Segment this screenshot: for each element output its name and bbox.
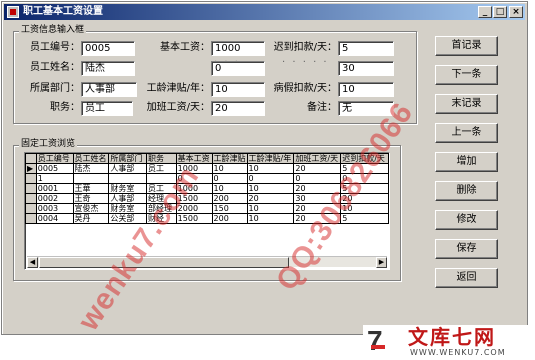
overtime-field[interactable]: 20 bbox=[211, 101, 265, 116]
logo-mark-icon: 7 bbox=[367, 325, 385, 356]
late-deduct-label: 迟到扣款/天： bbox=[273, 42, 337, 53]
input-group-legend: 工资信息输入框 bbox=[19, 25, 87, 36]
table-cell[interactable] bbox=[108, 173, 148, 184]
table-cell[interactable]: 0005 bbox=[35, 163, 74, 174]
table-header[interactable]: 工龄津贴/年 bbox=[246, 153, 295, 164]
sick-leave-field[interactable]: 10 bbox=[338, 82, 394, 97]
table-cell[interactable]: 吴丹 bbox=[72, 213, 110, 224]
first-record-button[interactable]: 首记录 bbox=[435, 36, 498, 56]
table-cell[interactable]: 200 bbox=[211, 213, 248, 224]
table-cell[interactable]: 人事部 bbox=[108, 163, 148, 174]
row-indicator bbox=[25, 193, 37, 204]
position-label: 职务： bbox=[50, 102, 80, 113]
row-indicator bbox=[25, 203, 37, 214]
table-cell[interactable]: 宣俊杰 bbox=[72, 203, 110, 214]
table-cell[interactable]: 0 bbox=[246, 173, 295, 184]
horizontal-scrollbar[interactable]: ◀ ▶ bbox=[27, 256, 387, 268]
table-cell[interactable]: 20 bbox=[293, 163, 342, 174]
dept-field[interactable]: 人事部 bbox=[81, 82, 137, 97]
table-header[interactable]: 所属部门 bbox=[108, 153, 148, 164]
logo-url: WWW.WENKU7.COM bbox=[410, 348, 506, 357]
emp-name-label: 员工姓名： bbox=[30, 62, 80, 73]
seniority-field[interactable]: 10 bbox=[211, 82, 265, 97]
scroll-right-icon[interactable]: ▶ bbox=[376, 257, 387, 268]
base-salary-field[interactable]: 1000 bbox=[211, 41, 265, 56]
table-cell[interactable]: 10 bbox=[211, 183, 248, 194]
emp-no-field[interactable]: 0005 bbox=[81, 41, 135, 56]
table-cell[interactable]: 王華 bbox=[72, 183, 110, 194]
table-cell[interactable]: 10 bbox=[246, 183, 295, 194]
table-cell[interactable]: 0002 bbox=[35, 193, 74, 204]
app-icon bbox=[7, 6, 19, 18]
table-cell[interactable]: 陆杰 bbox=[72, 163, 110, 174]
table-cell[interactable]: 0003 bbox=[35, 203, 74, 214]
prev-button[interactable]: 上一条 bbox=[435, 123, 498, 143]
remark-label: 备注： bbox=[307, 102, 337, 113]
dotted-value-field-a[interactable]: 0 bbox=[211, 61, 265, 76]
dept-label: 所属部门： bbox=[30, 83, 80, 94]
table-header-indicator bbox=[25, 153, 37, 164]
overtime-label: 加班工资/天： bbox=[146, 102, 210, 113]
window-title: 职工基本工资设置 bbox=[23, 6, 103, 17]
table-header[interactable]: 工龄津贴 bbox=[211, 153, 248, 164]
emp-no-label: 员工编号： bbox=[30, 42, 80, 53]
table-cell[interactable]: 0001 bbox=[35, 183, 74, 194]
table-cell[interactable]: 10 bbox=[211, 163, 248, 174]
table-header[interactable]: 员工姓名 bbox=[72, 153, 110, 164]
emp-name-field[interactable]: 陆杰 bbox=[81, 61, 135, 76]
maximize-button[interactable]: □ bbox=[493, 6, 507, 18]
edit-button[interactable]: 修改 bbox=[435, 210, 498, 230]
dotted-value-field-b[interactable]: 30 bbox=[338, 61, 394, 76]
table-cell[interactable]: 人事部 bbox=[108, 193, 148, 204]
table-cell[interactable]: 20 bbox=[246, 193, 295, 204]
table-header-row: 员工编号 员工姓名 所属部门 职务 基本工资 工龄津贴 工龄津贴/年 加班工资/… bbox=[25, 153, 389, 164]
minimize-button[interactable]: _ bbox=[478, 6, 492, 18]
close-button[interactable]: × bbox=[509, 6, 523, 18]
table-cell[interactable]: 0004 bbox=[35, 213, 74, 224]
seniority-label: 工龄津贴/年： bbox=[146, 83, 210, 94]
table-cell[interactable]: 财务室 bbox=[108, 183, 148, 194]
save-button[interactable]: 保存 bbox=[435, 239, 498, 259]
last-record-button[interactable]: 末记录 bbox=[435, 94, 498, 114]
sick-leave-label: 病假扣款/天： bbox=[273, 83, 337, 94]
add-button[interactable]: 增加 bbox=[435, 152, 498, 172]
table-cell[interactable] bbox=[72, 173, 110, 184]
table-cell[interactable]: 10 bbox=[246, 203, 295, 214]
position-field[interactable]: 员工 bbox=[81, 101, 133, 116]
main-window: 职工基本工资设置 _ □ × 工资信息输入框 员工编号： 0005 员工姓名： … bbox=[1, 1, 528, 335]
row-indicator bbox=[25, 183, 37, 194]
table-cell[interactable]: 财务室 bbox=[108, 203, 148, 214]
table-row[interactable]: ▶ 0005 陆杰 人事部 员工 1000 10 10 20 5 bbox=[25, 163, 389, 174]
table-cell[interactable]: 10 bbox=[246, 163, 295, 174]
table-header[interactable]: 职务 bbox=[146, 153, 177, 164]
logo-name: 文库七网 bbox=[408, 325, 496, 349]
table-cell[interactable]: 200 bbox=[211, 193, 248, 204]
table-cell[interactable]: 1 bbox=[35, 173, 74, 184]
scroll-left-icon[interactable]: ◀ bbox=[27, 257, 38, 268]
grid-group-legend: 固定工资浏览 bbox=[19, 139, 78, 150]
table-header[interactable]: 加班工资/天 bbox=[293, 153, 342, 164]
title-bar[interactable]: 职工基本工资设置 _ □ × bbox=[4, 4, 525, 20]
base-salary-label: 基本工资： bbox=[160, 42, 210, 53]
table-cell[interactable]: 150 bbox=[211, 203, 248, 214]
dotted-separator-2: · · · · · bbox=[282, 57, 329, 68]
delete-button[interactable]: 删除 bbox=[435, 181, 498, 201]
row-indicator: ▶ bbox=[25, 163, 37, 174]
table-header[interactable]: 员工编号 bbox=[35, 153, 74, 164]
next-button[interactable]: 下一条 bbox=[435, 65, 498, 85]
back-button[interactable]: 返回 bbox=[435, 268, 498, 288]
table-cell[interactable]: 0 bbox=[211, 173, 248, 184]
row-indicator bbox=[25, 213, 37, 224]
site-logo: 7 文库七网 WWW.WENKU7.COM bbox=[363, 325, 531, 359]
scroll-thumb[interactable] bbox=[39, 257, 289, 268]
row-indicator bbox=[25, 173, 37, 184]
table-cell[interactable]: 王奇 bbox=[72, 193, 110, 204]
late-deduct-field[interactable]: 5 bbox=[338, 41, 394, 56]
table-cell[interactable]: 10 bbox=[246, 213, 295, 224]
